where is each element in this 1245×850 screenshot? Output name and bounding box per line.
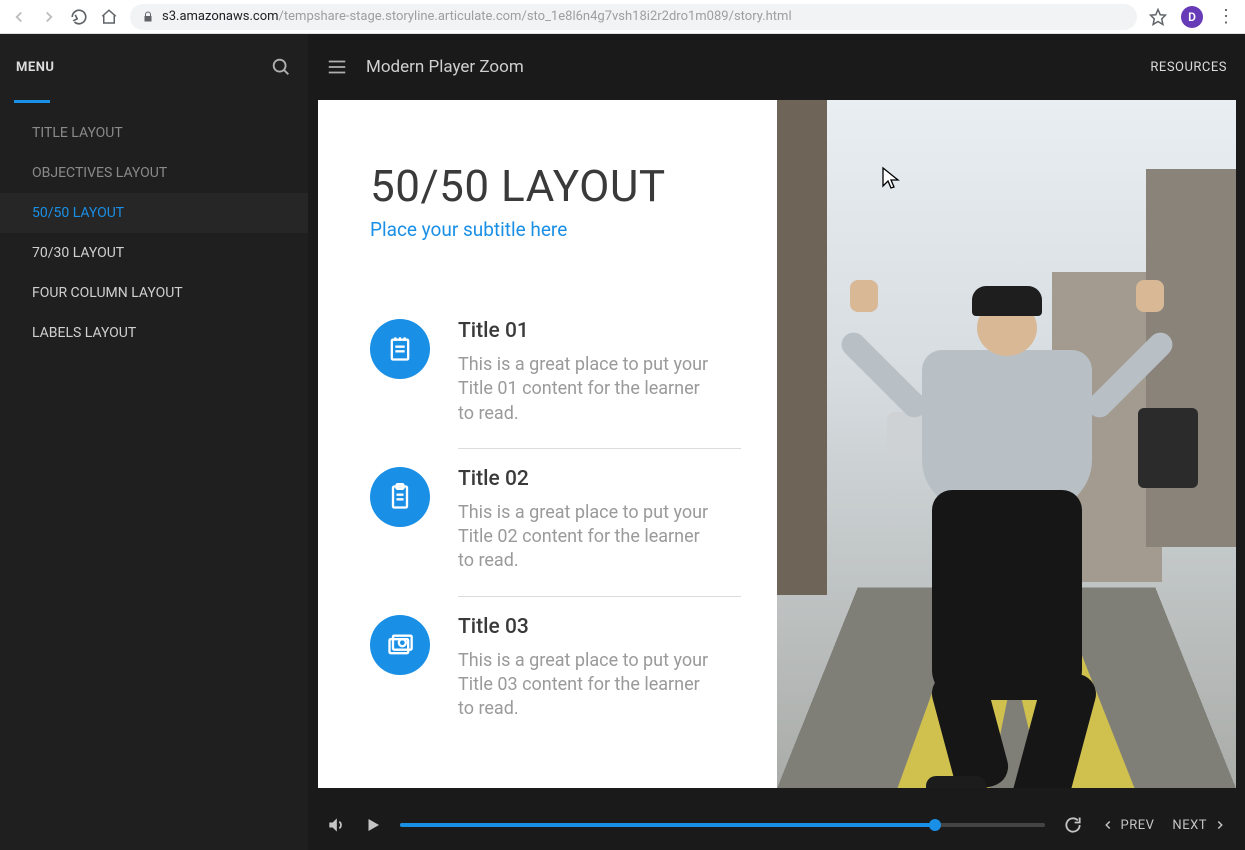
- menu-item-title-layout[interactable]: TITLE LAYOUT: [0, 113, 308, 153]
- slide-item: Title 01 This is a great place to put yo…: [370, 301, 741, 448]
- item-desc: This is a great place to put your Title …: [458, 353, 718, 426]
- item-title: Title 02: [458, 467, 741, 491]
- menu-label: MENU: [16, 60, 54, 75]
- course-title: Modern Player Zoom: [366, 57, 524, 77]
- menu-item-5050-layout[interactable]: 50/50 LAYOUT: [0, 193, 308, 233]
- hamburger-icon[interactable]: [326, 56, 348, 78]
- menu-accent-bar: [14, 100, 50, 103]
- prev-label: PREV: [1121, 818, 1155, 833]
- seekbar-knob[interactable]: [929, 819, 941, 831]
- content-frame: Modern Player Zoom RESOURCES 50/50 LAYOU…: [308, 34, 1245, 850]
- search-icon[interactable]: [270, 56, 292, 78]
- star-icon[interactable]: [1149, 8, 1167, 26]
- stage-wrap: 50/50 LAYOUT Place your subtitle here Ti…: [308, 100, 1245, 800]
- item-desc: This is a great place to put your Title …: [458, 649, 718, 722]
- menu-item-four-column-layout[interactable]: FOUR COLUMN LAYOUT: [0, 273, 308, 313]
- slide-image: [777, 100, 1236, 788]
- browser-forward-button[interactable]: [40, 8, 58, 26]
- item-desc: This is a great place to put your Title …: [458, 501, 718, 574]
- cursor-icon: [881, 166, 901, 190]
- notepad-icon: [370, 319, 430, 379]
- menu-item-labels-layout[interactable]: LABELS LAYOUT: [0, 313, 308, 353]
- item-title: Title 01: [458, 319, 741, 343]
- menu-list: TITLE LAYOUT OBJECTIVES LAYOUT 50/50 LAY…: [0, 113, 308, 353]
- browser-menu-button[interactable]: ⋮: [1217, 6, 1235, 27]
- play-button[interactable]: [364, 816, 382, 834]
- profile-avatar[interactable]: D: [1181, 6, 1203, 28]
- seekbar-fill: [400, 823, 935, 827]
- slide-subtitle: Place your subtitle here: [370, 218, 741, 241]
- prev-button[interactable]: PREV: [1101, 818, 1155, 833]
- browser-refresh-button[interactable]: [70, 8, 88, 26]
- browser-url-bar[interactable]: s3.amazonaws.com/tempshare-stage.storyli…: [130, 4, 1137, 30]
- slide-item: Title 03 This is a great place to put yo…: [370, 597, 741, 744]
- slide-title: 50/50 LAYOUT: [370, 160, 741, 212]
- menu-item-7030-layout[interactable]: 70/30 LAYOUT: [0, 233, 308, 273]
- content-header: Modern Player Zoom RESOURCES: [308, 34, 1245, 100]
- next-button[interactable]: NEXT: [1172, 818, 1227, 833]
- sidebar: MENU TITLE LAYOUT OBJECTIVES LAYOUT 50/5…: [0, 34, 308, 850]
- slide-stage: 50/50 LAYOUT Place your subtitle here Ti…: [318, 100, 1236, 788]
- browser-home-button[interactable]: [100, 8, 118, 26]
- volume-icon[interactable]: [326, 815, 346, 835]
- browser-chrome: s3.amazonaws.com/tempshare-stage.storyli…: [0, 0, 1245, 34]
- sidebar-header: MENU: [0, 34, 308, 100]
- player-app: MENU TITLE LAYOUT OBJECTIVES LAYOUT 50/5…: [0, 34, 1245, 850]
- browser-back-button[interactable]: [10, 8, 28, 26]
- resources-link[interactable]: RESOURCES: [1150, 60, 1227, 75]
- slide-item: Title 02 This is a great place to put yo…: [370, 449, 741, 596]
- menu-item-objectives-layout[interactable]: OBJECTIVES LAYOUT: [0, 153, 308, 193]
- url-host: s3.amazonaws.com: [162, 9, 279, 24]
- url-path: /tempshare-stage.storyline.articulate.co…: [279, 9, 792, 24]
- seekbar[interactable]: [400, 823, 1045, 827]
- player-footer: PREV NEXT: [308, 800, 1245, 850]
- slide-left-panel: 50/50 LAYOUT Place your subtitle here Ti…: [318, 100, 777, 788]
- next-label: NEXT: [1172, 818, 1207, 833]
- lock-icon: [142, 11, 154, 23]
- slide-items: Title 01 This is a great place to put yo…: [370, 301, 741, 744]
- item-title: Title 03: [458, 615, 741, 639]
- replay-button[interactable]: [1063, 815, 1083, 835]
- clipboard-icon: [370, 467, 430, 527]
- camera-icon: [370, 615, 430, 675]
